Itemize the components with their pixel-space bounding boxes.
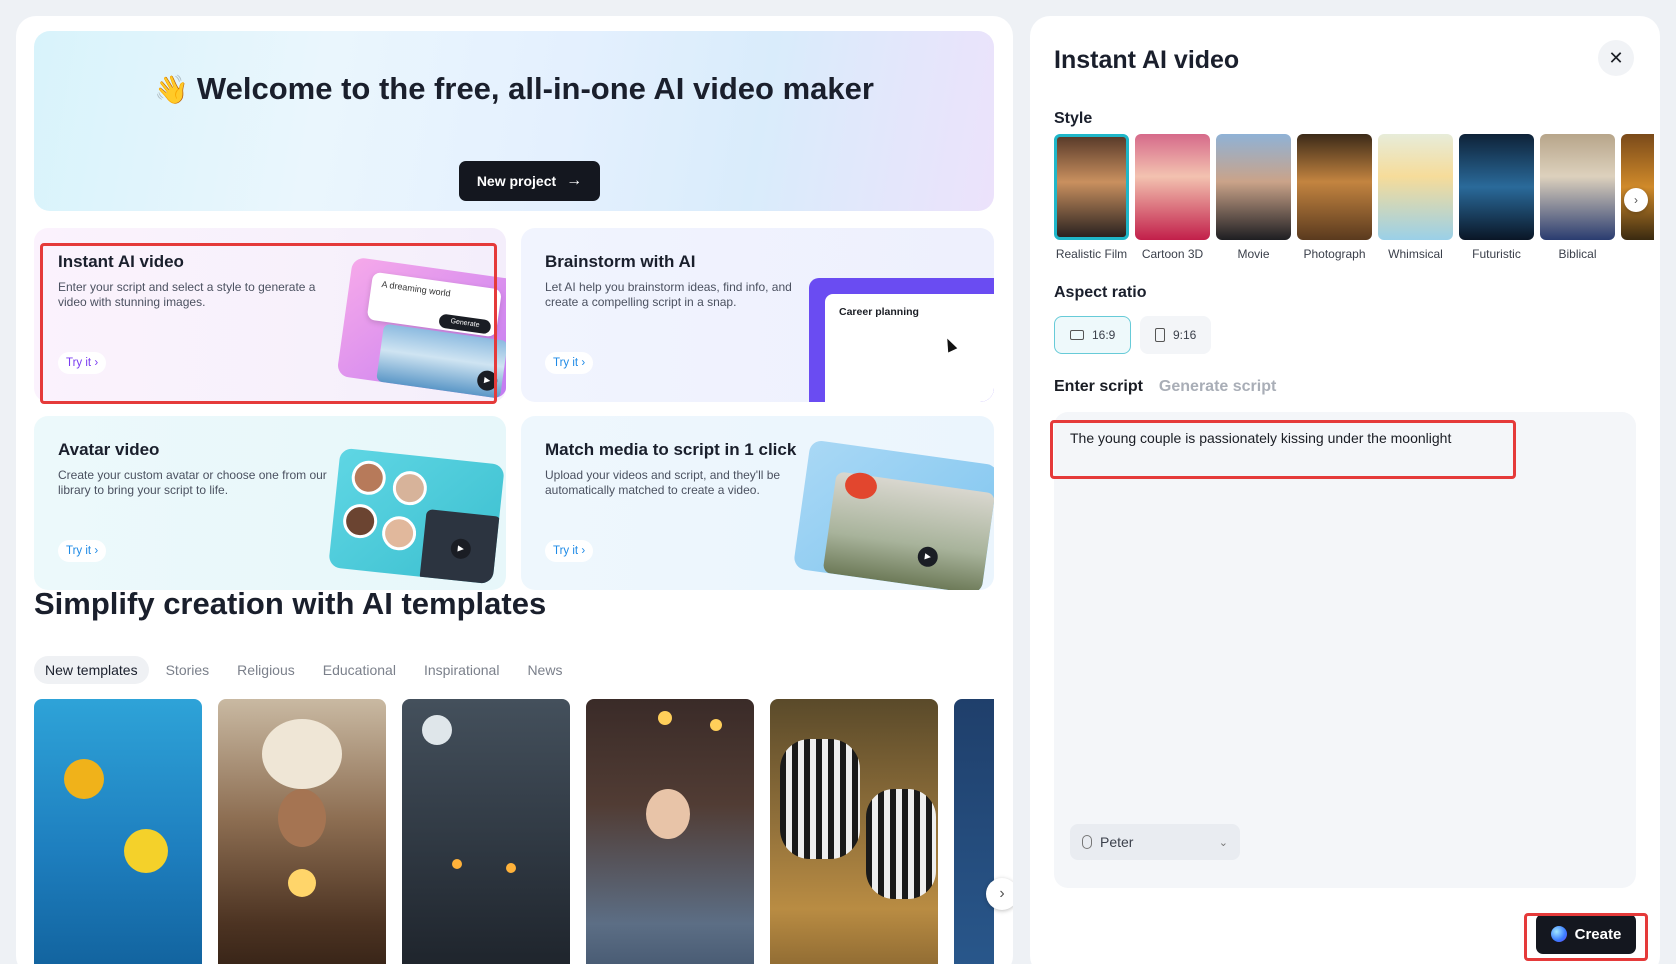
home-panel: 👋 Welcome to the free, all-in-one AI vide… [16,16,1013,964]
card-title: Match media to script in 1 click [545,440,797,459]
style-option-movie[interactable]: Movie [1216,134,1291,261]
style-option-biblical[interactable]: Biblical [1540,134,1615,261]
avatar [380,514,418,552]
template-tabs: New templates Stories Religious Educatio… [34,656,573,684]
match-media-card[interactable]: Match media to script in 1 click Upload … [521,416,994,590]
card-description: Upload your videos and script, and they'… [545,468,781,497]
tab-educational[interactable]: Educational [312,656,407,684]
play-icon: ▶ [916,545,940,569]
tab-stories[interactable]: Stories [155,656,221,684]
style-option-photograph[interactable]: Photograph [1297,134,1372,261]
template-thumbnail[interactable] [586,699,754,964]
card-title: Brainstorm with AI [545,252,696,271]
match-media-illustration: ▶ [792,439,994,590]
avatar [341,502,379,540]
tab-news[interactable]: News [516,656,573,684]
chevron-down-icon: ⌄ [1218,836,1228,849]
tab-new-templates[interactable]: New templates [34,656,149,684]
style-option-whimsical[interactable]: Whimsical [1378,134,1453,261]
waving-hand-icon: 👋 [154,74,189,105]
template-thumbnail[interactable] [218,699,386,964]
script-tabs: Enter script Generate script [1054,378,1276,396]
tab-inspirational[interactable]: Inspirational [413,656,511,684]
card-title: Avatar video [58,440,160,459]
template-thumbnail[interactable] [770,699,938,964]
landscape-icon [1070,330,1084,340]
arrow-right-icon: → [566,172,583,189]
avatar-video-card[interactable]: Avatar video Create your custom avatar o… [34,416,506,590]
brainstorm-illustration: Career planning [809,278,994,402]
close-icon[interactable]: ✕ [1598,40,1634,76]
highlight-box [40,243,497,404]
style-option-futuristic[interactable]: Futuristic [1459,134,1534,261]
highlight-box [1050,420,1516,479]
try-it-button[interactable]: Try it › [58,540,107,562]
chevron-right-icon[interactable]: › [1624,188,1648,212]
chevron-right-icon[interactable]: › [986,878,1013,910]
brainstorm-card[interactable]: Brainstorm with AI Let AI help you brain… [521,228,994,402]
aspect-ratio-label: Aspect ratio [1054,284,1147,301]
tab-generate-script[interactable]: Generate script [1159,378,1276,396]
style-option-cartoon-3d[interactable]: Cartoon 3D [1135,134,1210,261]
try-it-button[interactable]: Try it › [545,540,594,562]
template-thumbnail[interactable] [402,699,570,964]
portrait-icon [1155,328,1165,342]
tab-enter-script[interactable]: Enter script [1054,378,1143,396]
instant-ai-video-panel: Instant AI video ✕ Style Realistic Film … [1030,16,1660,964]
avatar [391,469,429,507]
try-it-button[interactable]: Try it › [545,352,594,374]
new-project-button[interactable]: New project → [459,161,600,201]
card-description: Let AI help you brainstorm ideas, find i… [545,280,792,309]
templates-title: Simplify creation with AI templates [34,586,547,621]
tab-religious[interactable]: Religious [226,656,306,684]
voice-select[interactable]: Peter ⌄ [1070,824,1240,860]
style-picker: Realistic Film Cartoon 3D Movie Photogra… [1054,134,1654,274]
script-input[interactable]: The young couple is passionately kissing… [1054,412,1636,888]
style-label: Style [1054,110,1093,127]
template-gallery [34,699,994,964]
aspect-option-9-16[interactable]: 9:16 [1140,316,1212,354]
welcome-title: 👋 Welcome to the free, all-in-one AI vide… [154,71,874,106]
style-option-realistic-film[interactable]: Realistic Film [1054,134,1129,261]
welcome-banner: 👋 Welcome to the free, all-in-one AI vide… [34,31,994,211]
card-description: Create your custom avatar or choose one … [58,468,327,497]
template-thumbnail[interactable] [34,699,202,964]
highlight-box [1524,913,1648,961]
panel-title: Instant AI video [1054,46,1240,74]
avatar [350,459,388,497]
template-thumbnail[interactable] [954,699,994,964]
play-icon: ▶ [449,537,472,560]
microphone-icon [1082,835,1092,849]
avatar-illustration: ▶ [328,447,505,585]
aspect-option-16-9[interactable]: 16:9 [1054,316,1132,354]
